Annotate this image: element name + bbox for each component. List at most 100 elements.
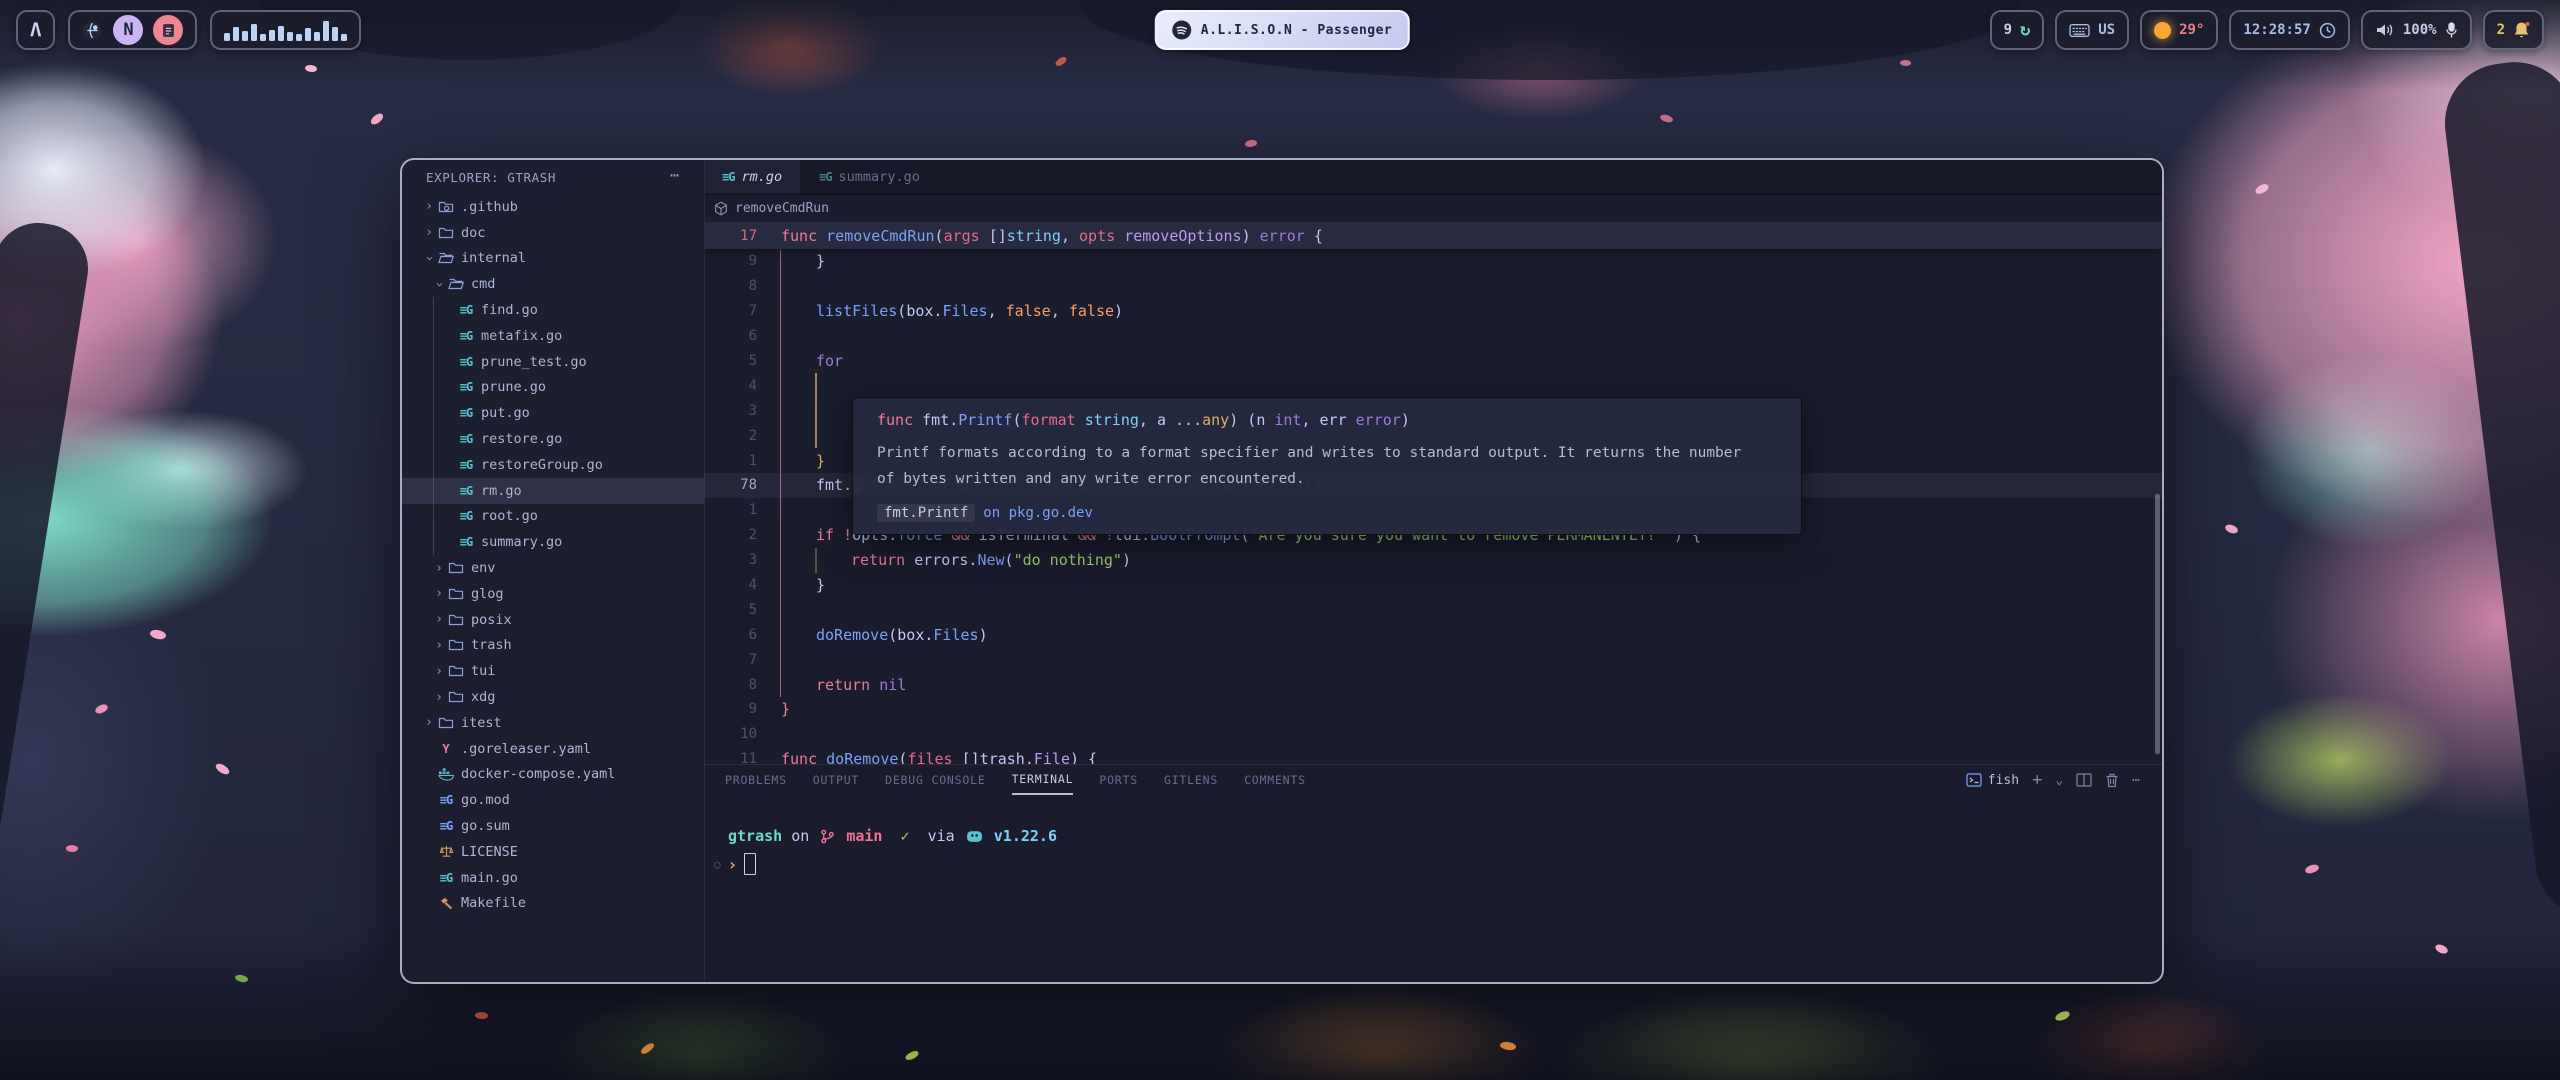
code-line[interactable]: 8return nil	[704, 672, 2162, 697]
file-label: summary.go	[481, 534, 562, 550]
folder-icon	[436, 225, 456, 241]
explorer-item-go.sum[interactable]: ≡Ggo.sum	[402, 813, 704, 839]
explorer-item-glog[interactable]: ›glog	[402, 581, 704, 607]
go-module-icon: ≡G	[440, 819, 452, 833]
updates-module[interactable]: 9 ↻	[1990, 10, 2045, 50]
code-line[interactable]: 6doRemove(box.Files)	[704, 622, 2162, 647]
tooltip-description: Printf formats according to a format spe…	[877, 441, 1757, 492]
explorer-item-put.go[interactable]: ≡Gput.go	[402, 400, 704, 426]
file-label: root.go	[481, 508, 538, 524]
explorer-item-doc[interactable]: ›doc	[402, 220, 704, 246]
explorer-item-root.go[interactable]: ≡Groot.go	[402, 504, 704, 530]
explorer-item-docker-compose.yaml[interactable]: docker-compose.yaml	[402, 762, 704, 788]
tab-rm.go[interactable]: ≡Grm.go	[704, 160, 801, 194]
bottom-panel: PROBLEMS OUTPUT DEBUG CONSOLE TERMINAL PORTS…	[704, 764, 2162, 982]
explorer-item-trash[interactable]: ›trash	[402, 633, 704, 659]
sticky-scroll-line[interactable]: 17func removeCmdRun(args []string, opts …	[704, 222, 2162, 250]
panel-tab-comments[interactable]: COMMENTS	[1244, 765, 1306, 795]
go-file-icon: ≡G	[460, 458, 472, 472]
terminal[interactable]: gtrash on main ✓ via v1.22.6 ○ ›	[704, 795, 2162, 982]
explorer-more-actions-button[interactable]: ⋯	[670, 166, 680, 184]
go-file-icon: ≡G	[722, 170, 734, 184]
terminal-dropdown-button[interactable]: ⌄	[2055, 773, 2063, 788]
explorer-item-metafix.go[interactable]: ≡Gmetafix.go	[402, 323, 704, 349]
explorer-item-itest[interactable]: ›itest	[402, 710, 704, 736]
prompt-segment: via	[910, 827, 964, 845]
panel-tab-ports[interactable]: PORTS	[1099, 765, 1138, 795]
terminal-shell-selector[interactable]: fish	[1966, 773, 2019, 788]
volume-module[interactable]: 100%	[2361, 10, 2472, 50]
go-file-icon: ≡G	[460, 355, 472, 369]
split-terminal-button[interactable]	[2076, 773, 2092, 787]
panel-tab-terminal[interactable]: TERMINAL	[1012, 765, 1074, 795]
code-line[interactable]: 9}	[704, 249, 2162, 274]
explorer-item-prune_test.go[interactable]: ≡Gprune_test.go	[402, 349, 704, 375]
panel-more-button[interactable]: ⋯	[2132, 773, 2140, 788]
notes-app-icon[interactable]: N	[113, 15, 143, 45]
explorer-item-find.go[interactable]: ≡Gfind.go	[402, 297, 704, 323]
file-label: Makefile	[461, 895, 526, 911]
explorer-item-main.go[interactable]: ≡Gmain.go	[402, 865, 704, 891]
code-line[interactable]: 6	[704, 324, 2162, 349]
explorer-item-posix[interactable]: ›posix	[402, 607, 704, 633]
explorer-item-go.mod[interactable]: ≡Ggo.mod	[402, 787, 704, 813]
explorer-item-summary.go[interactable]: ≡Gsummary.go	[402, 529, 704, 555]
folder-icon	[446, 560, 466, 576]
code-line[interactable]: 11func doRemove(files []trash.File) {	[704, 747, 2162, 764]
tree-indent-guide	[433, 297, 434, 555]
file-label: xdg	[471, 689, 495, 705]
clock-module[interactable]: 12:28:57	[2229, 10, 2349, 50]
explorer-item-LICENSE[interactable]: LICENSE	[402, 839, 704, 865]
panel-tab-debug-console[interactable]: DEBUG CONSOLE	[885, 765, 985, 795]
notifications-module[interactable]: 2	[2483, 10, 2544, 50]
new-terminal-button[interactable]: +	[2032, 770, 2042, 790]
explorer-item-tui[interactable]: ›tui	[402, 658, 704, 684]
code-line[interactable]: 10	[704, 722, 2162, 747]
browser-app-icon[interactable]	[82, 20, 103, 41]
makefile-hammer-icon	[439, 896, 454, 911]
explorer-item-internal[interactable]: ›internal	[402, 246, 704, 272]
panel-tab-gitlens[interactable]: GITLENS	[1164, 765, 1218, 795]
code-text: doRemove(box.Files)	[781, 626, 988, 644]
explorer-item-xdg[interactable]: ›xdg	[402, 684, 704, 710]
explorer-item-cmd[interactable]: ›cmd	[402, 271, 704, 297]
explorer-item-Makefile[interactable]: Makefile	[402, 891, 704, 917]
code-line[interactable]: 9}	[704, 697, 2162, 722]
document-app-icon[interactable]	[153, 15, 183, 45]
panel-tab-output[interactable]: OUTPUT	[813, 765, 859, 795]
now-playing-widget[interactable]: A.L.I.S.O.N - Passenger	[1155, 10, 1410, 50]
prompt-char: ›	[728, 855, 738, 874]
explorer-item-restoreGroup.go[interactable]: ≡GrestoreGroup.go	[402, 452, 704, 478]
code-line[interactable]: 4}	[704, 573, 2162, 598]
tab-summary.go[interactable]: ≡Gsummary.go	[801, 160, 938, 194]
explorer-item-.github[interactable]: ›.github	[402, 194, 704, 220]
visualizer-bar	[287, 32, 293, 41]
explorer-item-prune.go[interactable]: ≡Gprune.go	[402, 375, 704, 401]
weather-module[interactable]: 29°	[2140, 10, 2218, 50]
code-line[interactable]: 5	[704, 597, 2162, 622]
keyboard-layout-module[interactable]: US	[2055, 10, 2129, 50]
file-label: trash	[471, 637, 512, 653]
code-line[interactable]: 5for	[704, 349, 2162, 374]
terminal-prompt-status: gtrash on main ✓ via v1.22.6	[728, 827, 1057, 845]
explorer-item-rm.go[interactable]: ≡Grm.go	[402, 478, 704, 504]
kill-terminal-button[interactable]	[2105, 773, 2119, 788]
breadcrumb[interactable]: removeCmdRun	[704, 194, 2162, 222]
code-line[interactable]: 7listFiles(box.Files, false, false)	[704, 299, 2162, 324]
code-line[interactable]: 8	[704, 274, 2162, 299]
pkg-go-dev-link[interactable]: on pkg.go.dev	[983, 505, 1093, 521]
terminal-icon	[1966, 773, 1982, 787]
go-icon: ≡G	[456, 484, 476, 498]
prompt-segment: on	[782, 827, 818, 845]
code-editor[interactable]: 17func removeCmdRun(args []string, opts …	[704, 222, 2162, 764]
code-line[interactable]: 3return errors.New("do nothing")	[704, 548, 2162, 573]
code-line[interactable]: 7	[704, 647, 2162, 672]
editor-scrollbar[interactable]	[2155, 494, 2160, 754]
go-icon: ≡G	[456, 303, 476, 317]
panel-tab-problems[interactable]: PROBLEMS	[725, 765, 787, 795]
code-line[interactable]: 4	[704, 373, 2162, 398]
launcher-button[interactable]: Λ	[16, 10, 55, 50]
explorer-item-.goreleaser.yaml[interactable]: Y.goreleaser.yaml	[402, 736, 704, 762]
explorer-item-env[interactable]: ›env	[402, 555, 704, 581]
explorer-item-restore.go[interactable]: ≡Grestore.go	[402, 426, 704, 452]
